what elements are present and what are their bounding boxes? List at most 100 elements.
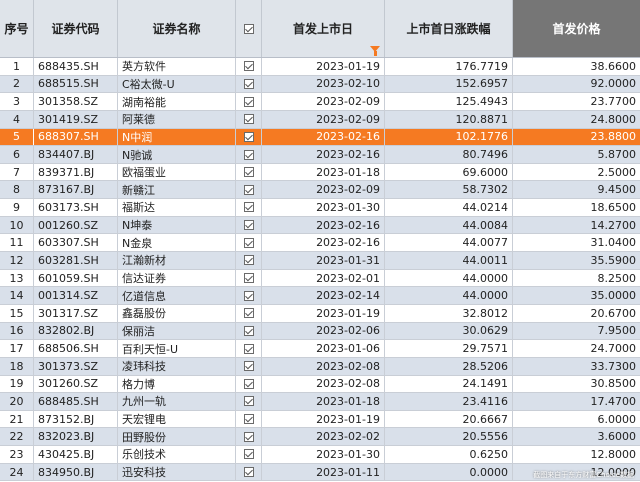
cell-index[interactable]: 10 [0,216,34,234]
checkbox-icon[interactable] [243,167,254,178]
cell-checkbox[interactable] [236,199,262,216]
cell-name[interactable]: 保丽洁 [118,322,236,340]
filter-icon[interactable] [370,46,380,56]
table-row[interactable]: 18 301373.SZ 凌玮科技 2023-02-08 28.5206 33.7300 [0,357,640,376]
checkbox-icon[interactable] [243,202,254,213]
checkbox-icon[interactable] [243,361,254,372]
table-row[interactable]: 17 688506.SH 百利天恒-U 2023-01-06 29.7571 24.700… [0,340,640,358]
cell-listing-date[interactable]: 2023-02-01 [262,269,385,287]
cell-checkbox[interactable] [236,322,262,340]
cell-checkbox[interactable] [236,446,262,463]
checkbox-icon[interactable] [243,255,254,266]
cell-listing-date[interactable]: 2023-02-09 [262,110,385,128]
cell-first-day-change[interactable]: 29.7571 [385,340,513,357]
cell-listing-date[interactable]: 2023-01-19 [262,58,385,75]
cell-code[interactable]: 603307.SH [34,234,118,252]
cell-checkbox[interactable] [236,287,262,304]
cell-ipo-price[interactable]: 9.4500 [513,181,640,198]
cell-code[interactable]: 688435.SH [34,58,118,75]
cell-name[interactable]: 欧福蛋业 [118,163,236,181]
checkbox-icon[interactable] [243,467,254,478]
cell-first-day-change[interactable]: 125.4943 [385,93,513,110]
cell-index[interactable]: 11 [0,234,34,252]
cell-name[interactable]: 凌玮科技 [118,357,236,375]
cell-name[interactable]: 新赣江 [118,181,236,199]
cell-code[interactable]: 301373.SZ [34,357,118,375]
cell-index[interactable]: 9 [0,199,34,216]
cell-first-day-change[interactable]: 32.8012 [385,304,513,322]
table-row[interactable]: 14 001314.SZ 亿道信息 2023-02-14 44.0000 35.0000 [0,287,640,305]
cell-index[interactable]: 13 [0,269,34,287]
cell-listing-date[interactable]: 2023-02-09 [262,181,385,199]
table-row[interactable]: 2 688515.SH C裕太微-U 2023-02-10 152.6957 92.000… [0,75,640,94]
table-row[interactable]: 1 688435.SH 英方软件 2023-01-19 176.7719 38.6600 [0,58,640,76]
cell-index[interactable]: 20 [0,393,34,410]
checkbox-icon[interactable] [243,378,254,389]
cell-code[interactable]: 873152.BJ [34,410,118,428]
checkbox-icon[interactable] [243,449,254,460]
cell-checkbox[interactable] [236,146,262,163]
cell-code[interactable]: 601059.SH [34,269,118,287]
cell-checkbox[interactable] [236,428,262,446]
cell-name[interactable]: N驰诚 [118,146,236,163]
cell-ipo-price[interactable]: 17.4700 [513,393,640,410]
cell-code[interactable]: 301260.SZ [34,375,118,393]
cell-index[interactable]: 2 [0,75,34,93]
cell-listing-date[interactable]: 2023-01-30 [262,446,385,463]
cell-code[interactable]: 832802.BJ [34,322,118,340]
cell-first-day-change[interactable]: 44.0084 [385,216,513,234]
checkbox-icon[interactable] [243,431,254,442]
cell-listing-date[interactable]: 2023-02-10 [262,75,385,93]
cell-ipo-price[interactable]: 24.7000 [513,340,640,357]
cell-checkbox[interactable] [236,216,262,234]
cell-index[interactable]: 5 [0,128,34,146]
cell-ipo-price[interactable]: 7.9500 [513,323,640,340]
cell-listing-date[interactable]: 2023-02-08 [262,375,385,393]
cell-listing-date[interactable]: 2023-02-06 [262,322,385,340]
table-row[interactable]: 4 301419.SZ 阿莱德 2023-02-09 120.8871 24.8000 [0,110,640,129]
cell-name[interactable]: 亿道信息 [118,287,236,304]
checkbox-icon[interactable] [243,23,254,34]
cell-ipo-price[interactable]: 38.6600 [513,58,640,75]
cell-listing-date[interactable]: 2023-01-19 [262,410,385,428]
cell-checkbox[interactable] [236,357,262,375]
cell-listing-date[interactable]: 2023-01-18 [262,163,385,181]
cell-code[interactable]: 839371.BJ [34,163,118,181]
cell-first-day-change[interactable]: 44.0214 [385,199,513,216]
cell-first-day-change[interactable]: 102.1776 [385,128,513,146]
cell-name[interactable]: 百利天恒-U [118,340,236,357]
cell-ipo-price[interactable]: 2.5000 [513,164,640,181]
checkbox-icon[interactable] [243,114,254,125]
checkbox-icon[interactable] [243,184,254,195]
cell-listing-date[interactable]: 2023-01-30 [262,199,385,216]
cell-index[interactable]: 24 [0,463,34,481]
cell-code[interactable]: 603281.SH [34,252,118,269]
cell-index[interactable]: 22 [0,428,34,446]
checkbox-icon[interactable] [243,290,254,301]
cell-name[interactable]: 江瀚新材 [118,252,236,269]
cell-code[interactable]: 301358.SZ [34,93,118,110]
cell-name[interactable]: 阿莱德 [118,110,236,128]
cell-checkbox[interactable] [236,304,262,322]
cell-ipo-price[interactable]: 23.7700 [513,93,640,110]
table-row[interactable]: 3 301358.SZ 湖南裕能 2023-02-09 125.4943 23.7700 [0,93,640,111]
cell-first-day-change[interactable]: 80.7496 [385,146,513,163]
cell-checkbox[interactable] [236,269,262,287]
cell-name[interactable]: 福斯达 [118,199,236,216]
cell-listing-date[interactable]: 2023-02-16 [262,146,385,163]
cell-code[interactable]: 301419.SZ [34,110,118,128]
cell-name[interactable]: 田野股份 [118,428,236,446]
cell-listing-date[interactable]: 2023-01-19 [262,304,385,322]
cell-index[interactable]: 4 [0,110,34,128]
cell-checkbox[interactable] [236,375,262,393]
checkbox-icon[interactable] [243,396,254,407]
col-header-name[interactable]: 证券名称 [118,0,236,57]
cell-ipo-price[interactable]: 31.0400 [513,234,640,251]
cell-ipo-price[interactable]: 6.0000 [513,411,640,428]
table-row[interactable]: 16 832802.BJ 保丽洁 2023-02-06 30.0629 7.9500 [0,322,640,341]
checkbox-icon[interactable] [243,414,254,425]
cell-ipo-price[interactable]: 30.8500 [513,376,640,393]
checkbox-icon[interactable] [243,131,254,142]
table-row[interactable]: 10 001260.SZ N坤泰 2023-02-16 44.0084 14.2700 [0,216,640,235]
checkbox-icon[interactable] [243,325,254,336]
